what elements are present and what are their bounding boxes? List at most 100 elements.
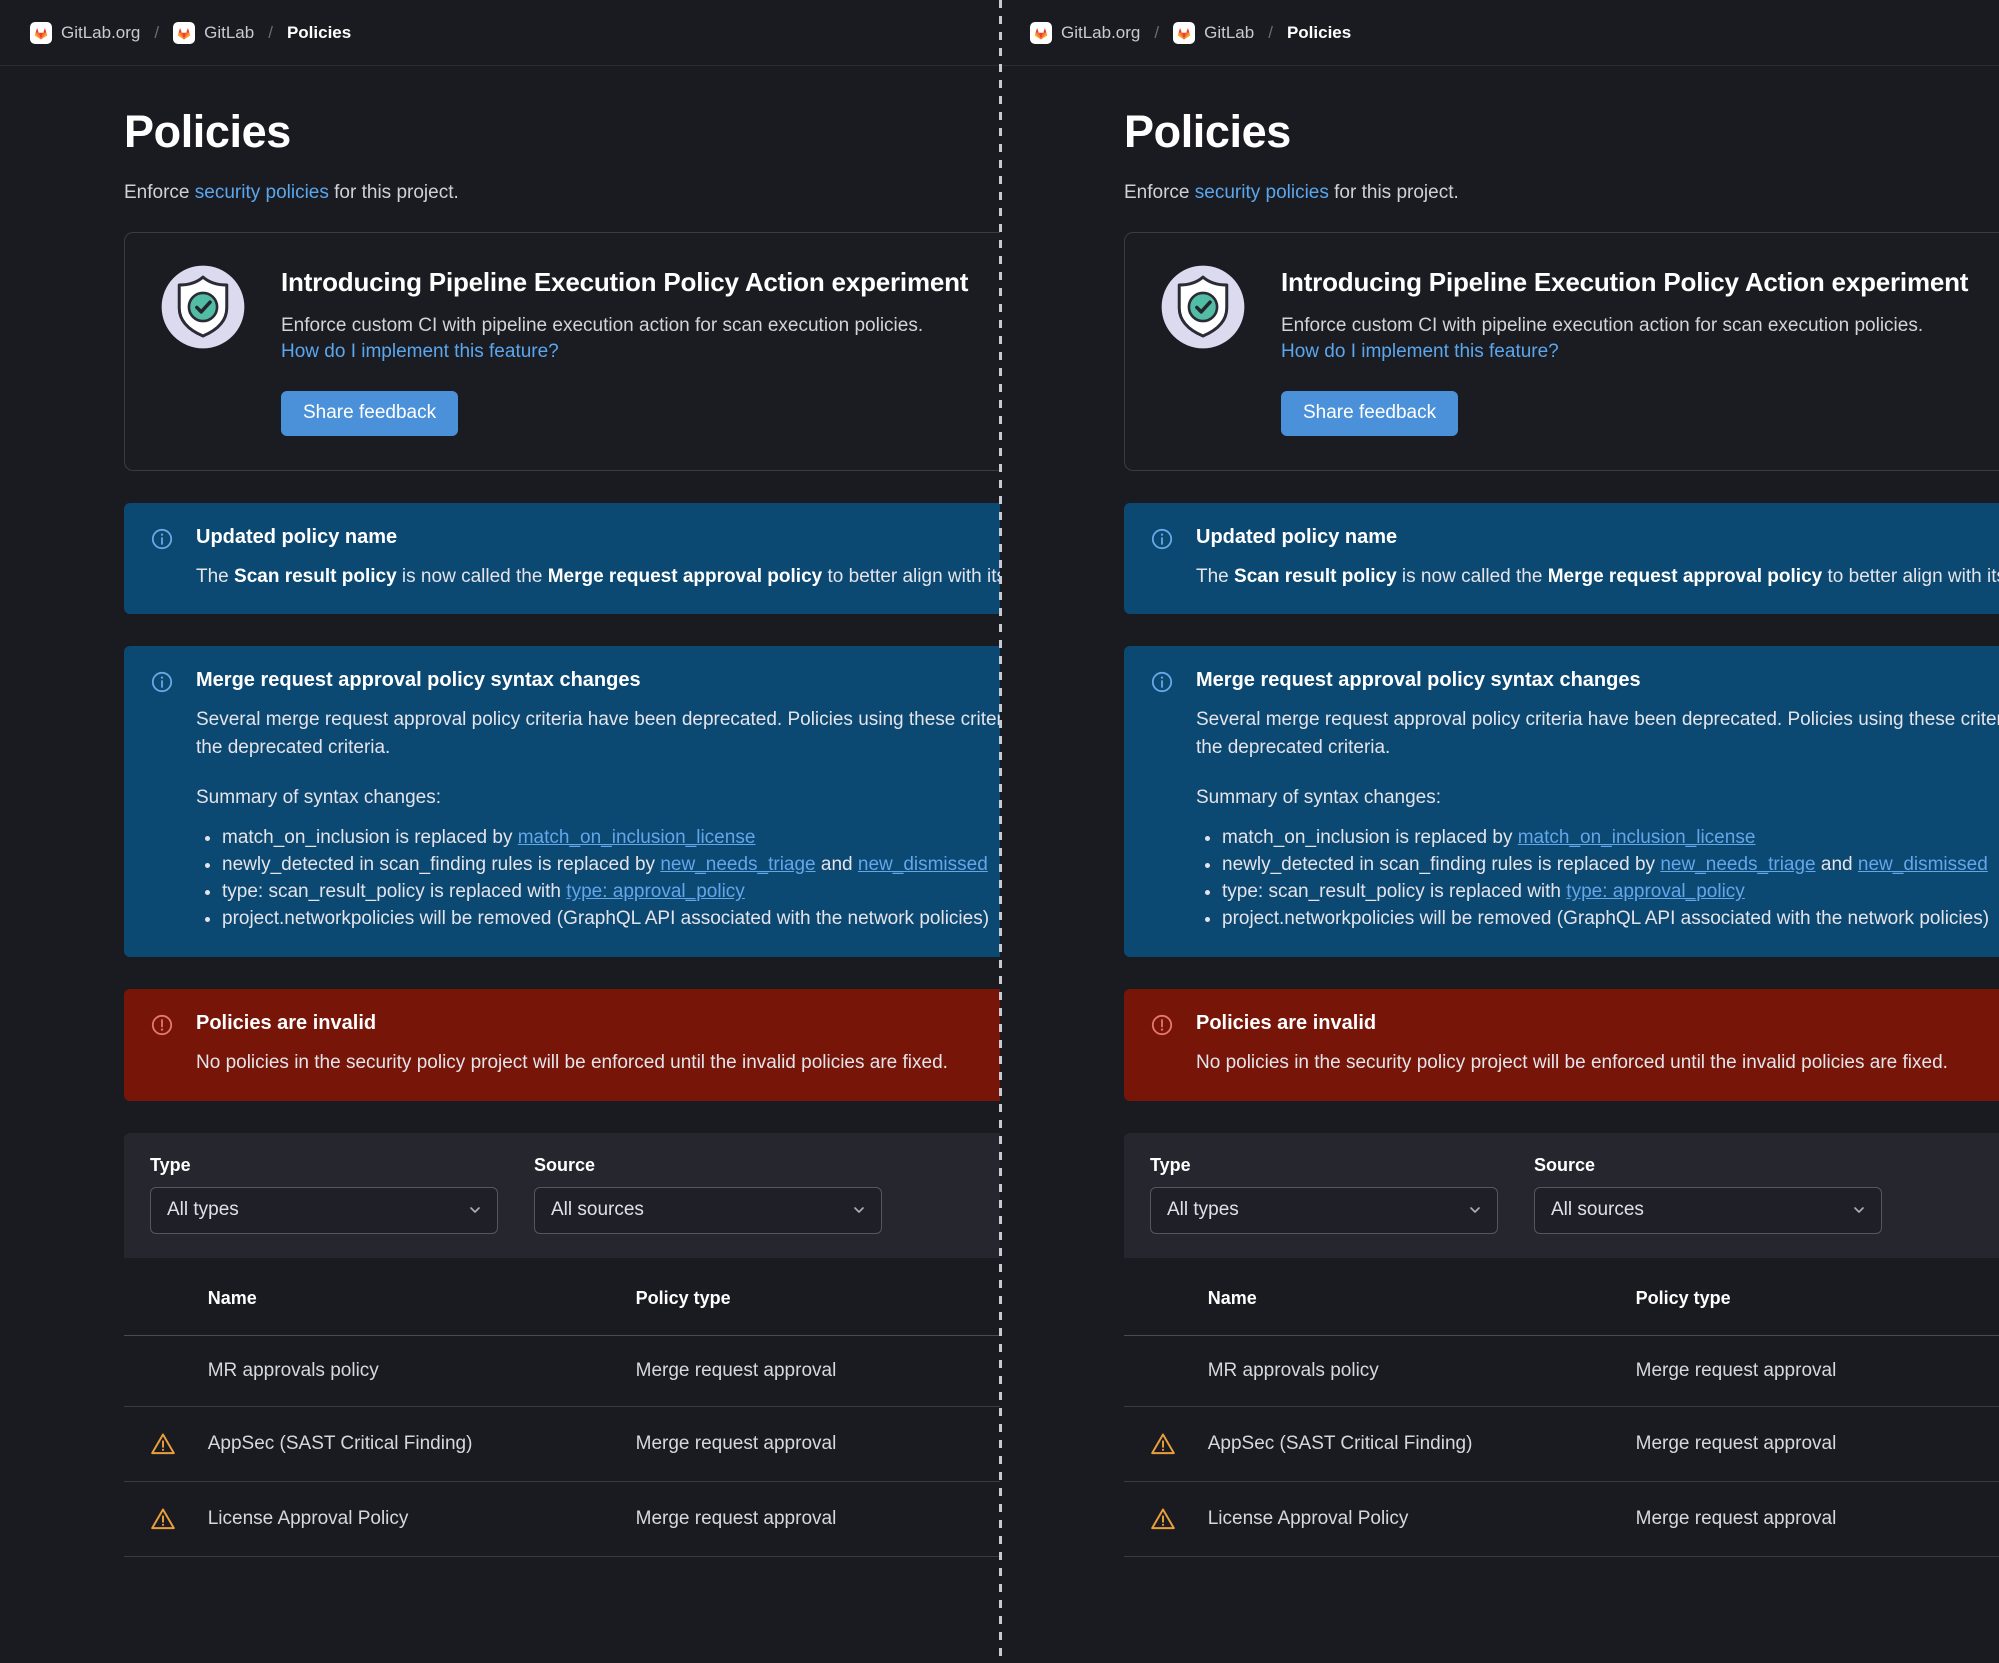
gitlab-logo-icon [1030,21,1052,44]
alert-content: Policies are invalid No policies in the … [196,1011,948,1077]
page-title: Policies [124,106,291,157]
type-filter-field: Type All types [150,1155,498,1234]
alert-body: No policies in the security policy proje… [1196,1052,1948,1074]
list-item-link[interactable]: type: approval_policy [566,881,745,902]
row-name: MR approvals policy [207,1335,636,1407]
list-item-link[interactable]: new_dismissed [1858,854,1988,875]
breadcrumb-separator-1: / [154,22,160,42]
row-status-cell [1124,1335,1208,1407]
breadcrumb-item-org[interactable]: GitLab.org [30,21,141,44]
security-policies-link[interactable]: security policies [195,182,329,203]
alert-title: Policies are invalid [1196,1012,1377,1035]
gitlab-logo-icon [1173,21,1196,44]
source-filter-select[interactable]: All sources [534,1186,882,1234]
right-screenshot-panel: GitLab.org / GitLab / Policies Policies … [1000,0,1999,1663]
alert-paragraph: Several merge request approval policy cr… [1196,709,1999,758]
left-viewport: GitLab.org / GitLab / Policies Policies … [0,0,1000,1663]
comparison-stage: GitLab.org / GitLab / Policies Policies … [0,0,1999,1663]
shield-check-icon [159,263,247,351]
list-item-link[interactable]: new_needs_triage [660,854,815,875]
table-head: Name Policy type Source [1124,1257,1999,1336]
list-item: project.networkpolicies will be removed … [222,906,1000,933]
source-filter-field: Source All sources [534,1155,882,1234]
list-item: match_on_inclusion is replaced by match_… [222,825,1000,852]
table-row[interactable]: License Approval Policy Merge request ap… [124,1481,1000,1557]
table-head: Name Policy type Source [124,1257,1000,1336]
row-name: License Approval Policy [1207,1481,1636,1557]
source-filter-select[interactable]: All sources [1534,1186,1882,1234]
implement-feature-link[interactable]: How do I implement this feature? [281,341,968,363]
row-status-cell [124,1406,208,1482]
list-item-text: type: scan_result_policy is replaced wit… [1222,881,1567,903]
filter-bar: Type All types Source All sources [1124,1132,1999,1258]
breadcrumb-current-label: Policies [1286,22,1352,42]
alert-policies-invalid: Policies are invalid No policies in the … [124,989,1000,1101]
alert-body: The Scan result policy is now called the… [1196,563,1999,591]
type-filter-label: Type [1150,1154,1191,1175]
filter-bar: Type All types Source All sources [124,1132,1000,1258]
experiment-card-title: Introducing Pipeline Execution Policy Ac… [281,266,969,297]
list-item: match_on_inclusion is replaced by match_… [1222,825,1999,852]
security-policies-link[interactable]: security policies [1195,182,1329,203]
page-subtitle: Enforce security policies for this proje… [124,182,1000,204]
list-item: type: scan_result_policy is replaced wit… [1222,879,1999,906]
alert-body: The Scan result policy is now called the… [196,563,1000,591]
breadcrumb-org-label: GitLab.org [61,22,141,42]
alert-title: Updated policy name [1196,525,1398,548]
breadcrumb-project-label: GitLab [1204,22,1255,42]
row-name: AppSec (SAST Critical Finding) [1207,1406,1636,1482]
left-screenshot-panel: GitLab.org / GitLab / Policies Policies … [0,0,1000,1663]
info-circle-icon [150,670,174,694]
list-item-link[interactable]: match_on_inclusion_license [1518,827,1756,848]
alert-title: Updated policy name [196,525,398,548]
breadcrumb-separator-2: / [268,22,273,42]
list-item-link[interactable]: new_dismissed [858,854,988,875]
warning-triangle-icon [1151,1433,1175,1454]
alert-updated-policy-name: Updated policy name The Scan result poli… [124,502,1000,615]
alert-content: Updated policy name The Scan result poli… [1196,525,1999,591]
list-item-link[interactable]: match_on_inclusion_license [518,827,756,848]
table-header-row: Name Policy type Source [124,1257,1000,1336]
share-feedback-button[interactable]: Share feedback [1281,390,1459,436]
alert-syntax-changes: Merge request approval policy syntax cha… [1124,646,1999,958]
col-policy-type: Policy type [1635,1257,1999,1336]
type-filter-value: All types [167,1199,239,1221]
breadcrumb-item-project[interactable]: GitLab [1173,21,1255,44]
breadcrumb-item-org[interactable]: GitLab.org [1030,21,1140,44]
list-item-link[interactable]: new_needs_triage [1660,854,1815,875]
row-name: License Approval Policy [207,1481,636,1557]
list-item: project.networkpolicies will be removed … [1222,906,1999,933]
subtitle-prefix: Enforce [124,181,195,203]
table-row[interactable]: MR approvals policy Merge request approv… [1124,1335,1999,1407]
breadcrumb-item-project[interactable]: GitLab [173,21,254,44]
share-feedback-button[interactable]: Share feedback [281,390,459,436]
type-filter-select[interactable]: All types [150,1186,498,1234]
table-row[interactable]: AppSec (SAST Critical Finding) Merge req… [124,1406,1000,1482]
table-row[interactable]: License Approval Policy Merge request ap… [1124,1481,1999,1557]
policies-table: Name Policy type Source MR approvals pol… [1124,1257,1999,1557]
list-item-link[interactable]: type: approval_policy [1566,881,1745,902]
col-name: Name [207,1257,636,1336]
policies-table: Name Policy type Source MR approvals pol… [124,1257,1000,1557]
type-filter-select[interactable]: All types [1150,1186,1498,1234]
implement-feature-link[interactable]: How do I implement this feature? [1281,341,1968,363]
list-item-text: match_on_inclusion is replaced by [222,827,518,849]
breadcrumb: GitLab.org / GitLab / Policies [0,0,1000,66]
alert-title: Merge request approval policy syntax cha… [1196,669,1641,692]
row-policy-type: Merge request approval [1635,1481,1999,1557]
alert-content: Policies are invalid No policies in the … [1196,1011,1948,1077]
subtitle-suffix: for this project. [328,181,459,203]
table-row[interactable]: MR approvals policy Merge request approv… [124,1335,1000,1407]
experiment-card-body: Introducing Pipeline Execution Policy Ac… [1281,263,1968,436]
row-policy-type: Merge request approval [1635,1406,1999,1482]
type-filter-field: Type All types [1150,1155,1498,1234]
info-circle-icon [1150,527,1174,551]
alert-content: Updated policy name The Scan result poli… [196,525,1000,591]
col-status [1124,1257,1208,1336]
chevron-down-icon [1854,1207,1864,1214]
row-policy-type: Merge request approval [635,1406,1000,1482]
warning-triangle-icon [151,1508,175,1529]
table-row[interactable]: AppSec (SAST Critical Finding) Merge req… [1124,1406,1999,1482]
warning-triangle-icon [151,1433,175,1454]
alert-list-intro: Summary of syntax changes: [196,787,441,809]
